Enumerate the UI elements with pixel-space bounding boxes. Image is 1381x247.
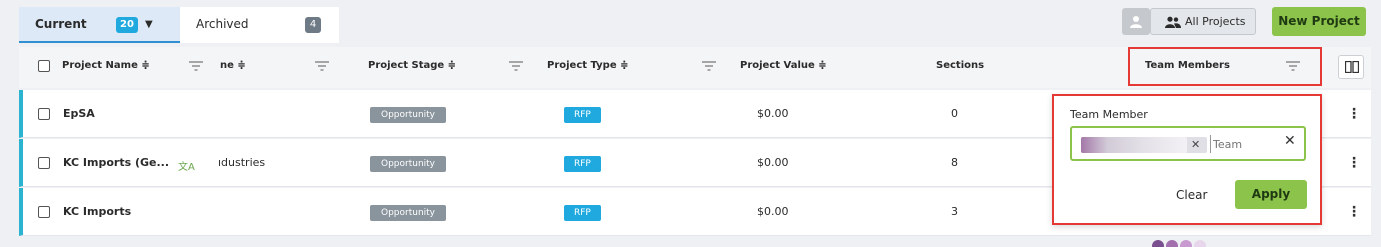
project-name[interactable]: KC Imports: [63, 205, 131, 218]
more-options-icon[interactable]: ⋮: [1347, 155, 1361, 171]
project-value: $0.00: [757, 107, 789, 120]
team-members-highlight: [1128, 47, 1322, 86]
popup-title: Team Member: [1070, 108, 1148, 121]
header-project-name[interactable]: Project Name ≑: [62, 60, 150, 71]
redacted-member-name: [1081, 137, 1187, 153]
clear-button[interactable]: Clear: [1176, 188, 1207, 202]
tab-current[interactable]: Current 20 ▼: [19, 7, 180, 43]
sections-count: 0: [951, 107, 958, 120]
sections-count: 8: [951, 156, 958, 169]
selected-member-chip: ✕: [1081, 137, 1207, 153]
row-checkbox[interactable]: [38, 108, 50, 120]
select-all-checkbox[interactable]: [38, 60, 50, 72]
clear-selection-icon[interactable]: ✕: [1284, 133, 1296, 149]
avatar: [1194, 240, 1206, 247]
translate-icon: 文A: [178, 162, 195, 173]
avatar: [1166, 240, 1178, 247]
type-badge: RFP: [564, 107, 601, 123]
all-projects-button[interactable]: All Projects: [1150, 8, 1256, 35]
header-project-type[interactable]: Project Type ≑: [547, 60, 628, 71]
type-badge: RFP: [564, 156, 601, 172]
apply-button[interactable]: Apply: [1235, 180, 1307, 209]
filter-icon[interactable]: [702, 61, 716, 71]
project-col2: ıdustries: [218, 156, 266, 169]
header-project-value[interactable]: Project Value ≑: [740, 60, 827, 71]
project-value: $0.00: [757, 205, 789, 218]
avatar: [1152, 240, 1164, 247]
user-filter-button[interactable]: [1122, 8, 1150, 35]
project-name[interactable]: KC Imports (Ge...: [63, 156, 169, 169]
tab-archived-label: Archived: [196, 17, 249, 31]
column-settings-button[interactable]: [1338, 55, 1364, 79]
team-member-filter-popup: Team Member ✕ ✕ Clear Apply: [1052, 94, 1322, 225]
tab-current-label: Current: [35, 17, 87, 31]
current-count-badge: 20: [116, 17, 138, 33]
columns-icon: [1345, 61, 1359, 73]
header-column-2[interactable]: ne ≑: [220, 60, 246, 71]
team-member-select[interactable]: ✕ ✕: [1070, 126, 1306, 161]
archived-count-badge: 4: [305, 17, 321, 33]
users-icon: [1165, 16, 1181, 28]
caret-down-icon[interactable]: ▼: [145, 19, 153, 30]
remove-chip-icon[interactable]: ✕: [1191, 138, 1200, 151]
stage-badge: Opportunity: [370, 205, 447, 221]
type-badge: RFP: [564, 205, 601, 221]
filter-icon[interactable]: [189, 61, 203, 71]
header-project-stage[interactable]: Project Stage ≑: [368, 60, 456, 71]
stage-badge: Opportunity: [370, 107, 447, 123]
filter-icon[interactable]: [315, 61, 329, 71]
avatar: [1180, 240, 1192, 247]
tab-archived[interactable]: Archived 4: [180, 7, 339, 43]
project-name[interactable]: EpSA: [63, 107, 95, 120]
row-checkbox[interactable]: [38, 206, 50, 218]
all-projects-label: All Projects: [1185, 15, 1246, 28]
team-search-input[interactable]: [1210, 135, 1266, 153]
header-sections: Sections: [936, 60, 985, 71]
more-options-icon[interactable]: ⋮: [1347, 106, 1361, 122]
team-member-avatars: [1152, 240, 1218, 247]
project-value: $0.00: [757, 156, 789, 169]
user-icon: [1130, 16, 1142, 28]
more-options-icon[interactable]: ⋮: [1347, 204, 1361, 220]
new-project-button[interactable]: New Project: [1272, 7, 1366, 36]
sections-count: 3: [951, 205, 958, 218]
row-checkbox[interactable]: [38, 157, 50, 169]
filter-icon[interactable]: [509, 61, 523, 71]
stage-badge: Opportunity: [370, 156, 447, 172]
